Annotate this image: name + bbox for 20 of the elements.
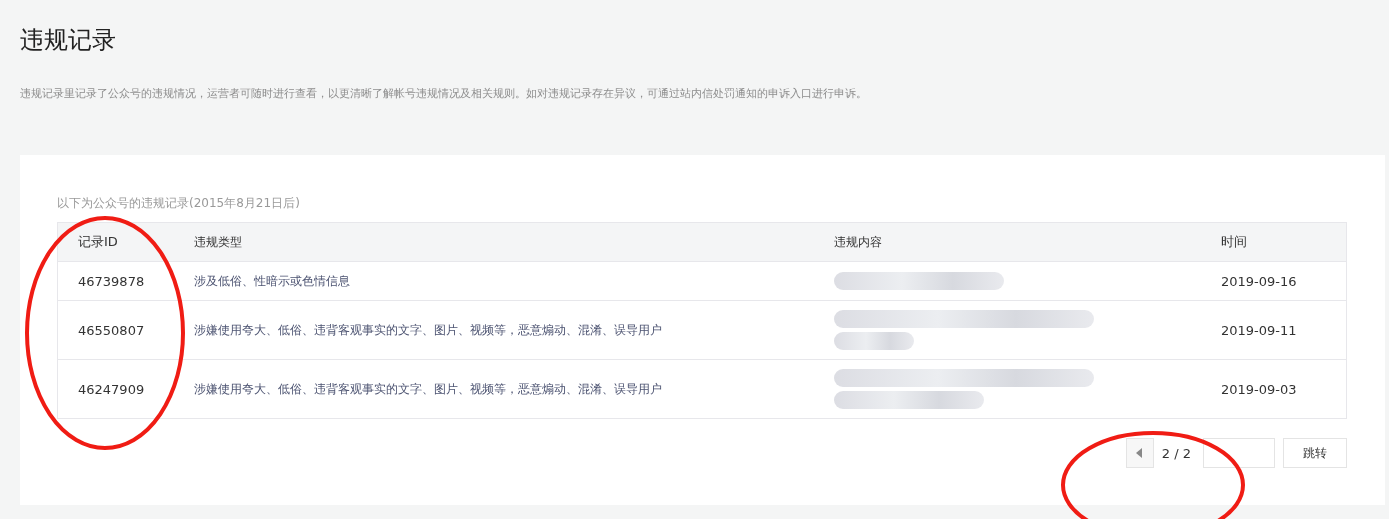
table-cell: 2019-09-16 xyxy=(1221,273,1297,289)
left-triangle-icon xyxy=(1135,448,1144,458)
table-cell: 涉嫌使用夸大、低俗、违背客观事实的文字、图片、视频等，恶意煽动、混淆、误导用户 xyxy=(194,322,662,337)
table-cell: 46550807 xyxy=(78,322,145,338)
page-title: 违规记录 xyxy=(20,25,117,56)
table-cell: 2019-09-11 xyxy=(1221,322,1297,338)
table-caption: 以下为公众号的违规记录(2015年8月21日后) xyxy=(57,195,301,211)
column-header: 违规内容 xyxy=(834,234,882,249)
jump-button[interactable]: 跳转 xyxy=(1283,438,1347,468)
column-header: 时间 xyxy=(1221,234,1247,249)
column-header: 违规类型 xyxy=(194,234,242,249)
table-cell: 46247909 xyxy=(78,381,145,397)
page-description: 违规记录里记录了公众号的违规情况，运营者可随时进行查看，以更清晰了解帐号违规情况及相关规则。如对违规记录存在异议，可通过站内信处罚通知的申诉入口进行申诉。 xyxy=(20,86,868,102)
page-indicator: 2 / 2 xyxy=(1161,445,1191,461)
table-cell: 2019-09-03 xyxy=(1221,381,1297,397)
table-cell: 46739878 xyxy=(78,273,145,289)
table-cell: 涉嫌使用夸大、低俗、违背客观事实的文字、图片、视频等，恶意煽动、混淆、误导用户 xyxy=(194,381,662,396)
column-header: 记录ID xyxy=(78,234,118,249)
table-cell: 涉及低俗、性暗示或色情信息 xyxy=(194,273,350,288)
page-input-field[interactable] xyxy=(1203,438,1275,468)
